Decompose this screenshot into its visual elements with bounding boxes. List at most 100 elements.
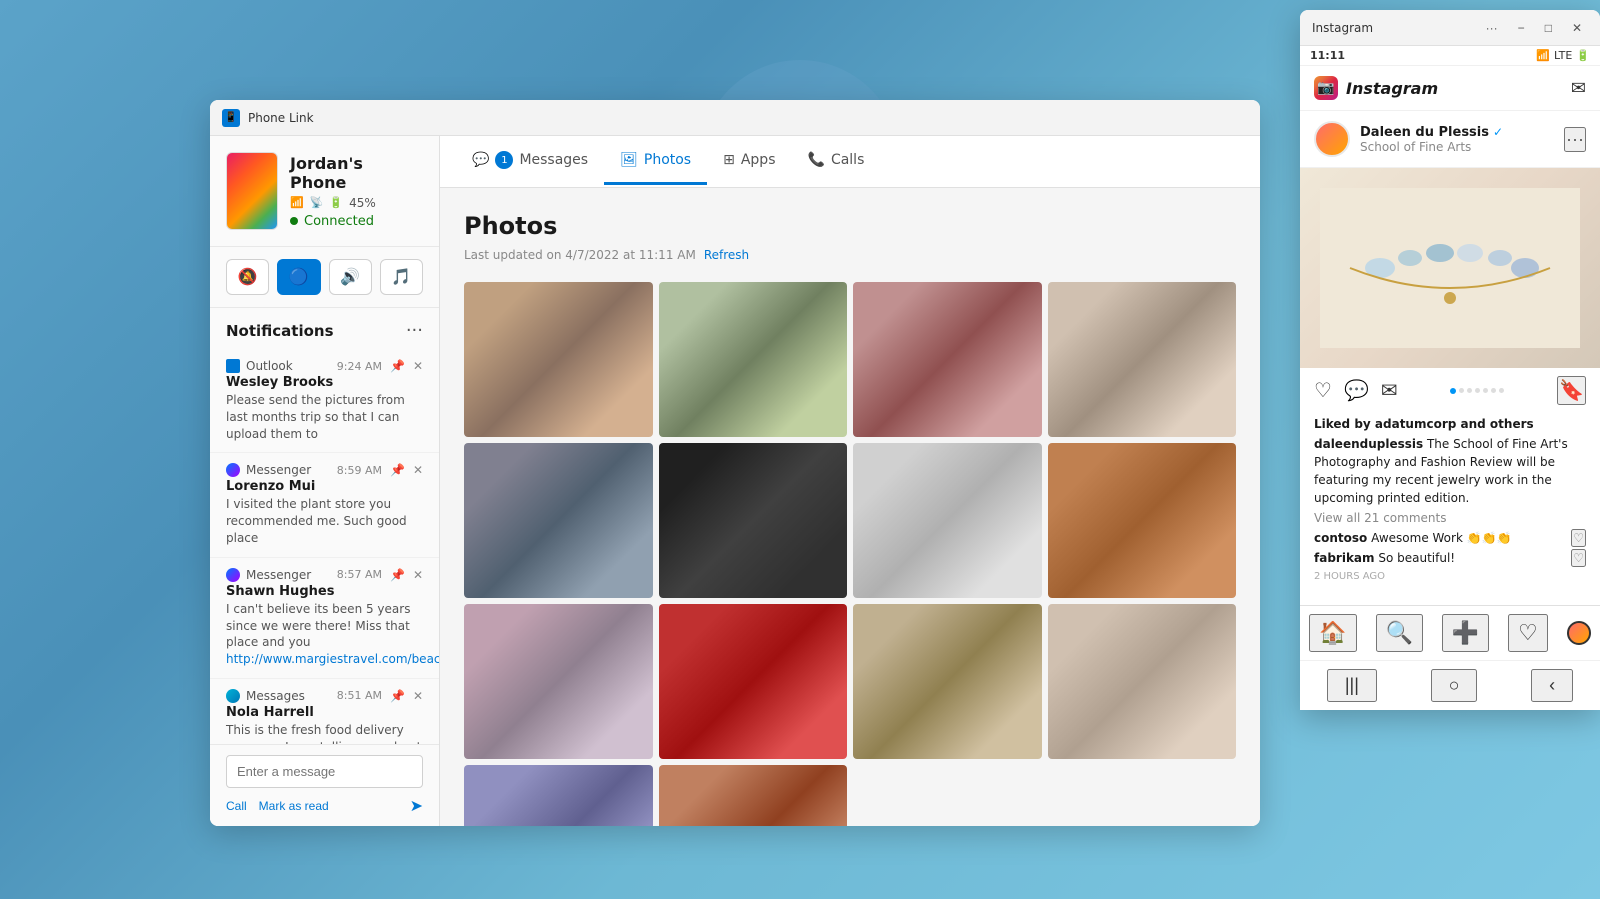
photo-item[interactable] [853,604,1042,759]
calls-tab-icon: 📞 [808,152,825,168]
mark-as-read-button[interactable]: Mark as read [259,799,329,813]
photo-item[interactable] [464,765,653,826]
ig-direct-messages-button[interactable]: ✉ [1571,78,1586,99]
notif-close-button[interactable]: ✕ [413,463,423,477]
ig-profile-nav-button[interactable] [1567,621,1591,645]
music-button[interactable]: 🎵 [380,259,423,295]
ig-post-author: Daleen du Plessis ✓ School of Fine Arts … [1300,111,1600,168]
notif-close-button[interactable]: ✕ [413,689,423,703]
tab-photos[interactable]: 🖼 Photos [604,138,707,185]
photo-item[interactable] [1048,282,1237,437]
ig-close-button[interactable]: ✕ [1566,19,1588,37]
ig-view-comments-button[interactable]: View all 21 comments [1314,511,1586,525]
refresh-button[interactable]: Refresh [704,248,749,262]
notif-sender: Lorenzo Mui [226,479,423,494]
device-image [226,152,278,230]
messages-tab-icon: 💬 [472,152,489,168]
tab-calls[interactable]: 📞 Calls [792,138,881,185]
message-input[interactable] [226,755,423,788]
android-recents-button[interactable]: ||| [1327,669,1377,702]
ig-window-title: Instagram [1312,21,1373,35]
android-home-button[interactable]: ○ [1431,669,1478,702]
notif-text: I can't believe its been 5 years since w… [226,601,423,668]
ig-comment-like-button[interactable]: ♡ [1571,529,1586,547]
left-panel: Jordan's Phone 📶 📡 🔋 45% Connected 🔕 [210,136,440,826]
bluetooth-button[interactable]: 🔵 [277,259,320,295]
photos-title: Photos [464,212,1236,240]
ig-more-menu-button[interactable]: ··· [1480,19,1504,37]
ig-author-info: Daleen du Plessis ✓ School of Fine Arts [1360,125,1554,154]
photo-item[interactable] [853,443,1042,598]
photo-item[interactable] [464,282,653,437]
photos-tab-icon: 🖼 [620,152,638,168]
photos-tab-label: Photos [644,152,691,168]
ig-dot-active [1450,388,1456,394]
ig-like-button[interactable]: ♡ [1314,378,1332,403]
photo-item[interactable] [464,604,653,759]
volume-button[interactable]: 🔊 [329,259,372,295]
tab-messages[interactable]: 💬 1 Messages [456,137,604,186]
ig-maximize-button[interactable]: □ [1539,19,1558,37]
notif-close-button[interactable]: ✕ [413,359,423,373]
photo-item[interactable] [1048,443,1237,598]
ig-create-nav-button[interactable]: ➕ [1442,614,1489,652]
ig-bookmark-button[interactable]: 🔖 [1557,376,1586,405]
tabs-bar: 💬 1 Messages 🖼 Photos ⊞ Apps 📞 Calls [440,136,1260,188]
notification-item: Messenger 8:57 AM 📌 ✕ Shawn Hughes I can… [210,558,439,679]
notif-pin-button[interactable]: 📌 [390,463,405,477]
battery-icon: 🔋 [329,196,343,209]
notif-close-button[interactable]: ✕ [413,568,423,582]
photo-item[interactable] [1048,604,1237,759]
photo-item[interactable] [853,282,1042,437]
photo-item[interactable] [659,765,848,826]
notif-header-row: Messenger 8:57 AM 📌 ✕ [226,568,423,582]
photo-item[interactable] [659,604,848,759]
photo-item[interactable] [659,443,848,598]
ig-comment-like-button[interactable]: ♡ [1571,549,1586,567]
battery-status-icon: 🔋 [1576,49,1590,62]
ig-comment-author: contoso [1314,531,1367,545]
notif-text: I visited the plant store you recommende… [226,496,423,546]
apps-tab-icon: ⊞ [723,152,735,168]
notif-header-row: Messages 8:51 AM 📌 ✕ [226,689,423,703]
connected-row: Connected [290,214,423,229]
notif-app-row: Messages [226,689,305,703]
ig-home-nav-button[interactable]: 🏠 [1309,614,1356,652]
ig-post-image[interactable] [1300,168,1600,368]
notif-sender: Wesley Brooks [226,375,423,390]
messages-badge: 1 [495,151,513,169]
notif-pin-button[interactable]: 📌 [390,689,405,703]
notifications-title: Notifications [226,322,334,340]
photo-item[interactable] [659,282,848,437]
ig-activity-nav-button[interactable]: ♡ [1508,614,1548,652]
send-message-button[interactable]: ➤ [410,796,423,816]
call-button[interactable]: Call [226,799,247,813]
wifi-status-icon: 📶 [1536,49,1550,62]
ig-status-icons: 📶 LTE 🔋 [1536,49,1590,62]
notification-item: Messages 8:51 AM 📌 ✕ Nola Harrell This i… [210,679,439,744]
ig-comment-button[interactable]: 💬 [1344,378,1369,403]
ig-app-name: Instagram [1346,79,1438,98]
ig-share-button[interactable]: ✉ [1381,378,1398,403]
battery-percent: 45% [349,196,376,210]
notifications-more-button[interactable]: ··· [406,320,423,341]
ig-window-controls: ··· − □ ✕ [1480,19,1588,37]
ig-minimize-button[interactable]: − [1512,19,1531,37]
ig-post-more-button[interactable]: ··· [1564,127,1586,152]
notif-header-row: Outlook 9:24 AM 📌 ✕ [226,359,423,373]
photo-item[interactable] [464,443,653,598]
messages-tab-label: Messages [519,152,588,168]
notif-actions: 9:24 AM 📌 ✕ [337,359,423,373]
notif-app-row: Messenger [226,568,311,582]
android-back-button[interactable]: ‹ [1531,669,1573,702]
notif-link[interactable]: http://www.margiestravel.com/beachtrip20… [226,652,439,666]
notif-pin-button[interactable]: 📌 [390,568,405,582]
device-status-row: 📶 📡 🔋 45% [290,196,423,210]
tab-apps[interactable]: ⊞ Apps [707,138,791,185]
notif-time: 8:51 AM [337,689,382,702]
mute-button[interactable]: 🔕 [226,259,269,295]
window-body: Jordan's Phone 📶 📡 🔋 45% Connected 🔕 [210,136,1260,826]
ig-comment-author: fabrikam [1314,551,1375,565]
ig-search-nav-button[interactable]: 🔍 [1376,614,1423,652]
notif-pin-button[interactable]: 📌 [390,359,405,373]
